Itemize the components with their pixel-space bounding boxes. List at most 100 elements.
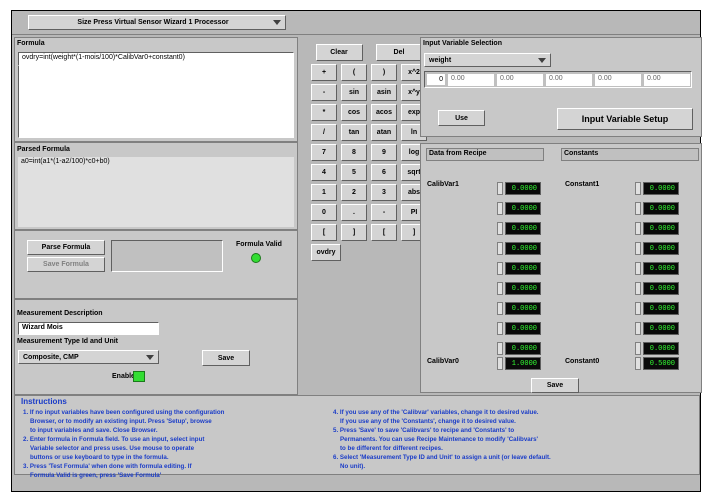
key-sin[interactable]: sin: [341, 84, 367, 101]
constant-value[interactable]: 0.5000: [643, 357, 679, 370]
constant-spinner[interactable]: [635, 342, 641, 355]
constants-label: Constants: [564, 150, 599, 157]
constant-value[interactable]: 0.0000: [643, 262, 679, 275]
parse-formula-button[interactable]: Parse Formula: [27, 240, 105, 255]
key-tan[interactable]: tan: [341, 124, 367, 141]
key-9[interactable]: 9: [371, 144, 397, 161]
key-ovdry[interactable]: ovdry: [311, 244, 341, 261]
key-1[interactable]: 1: [311, 184, 337, 201]
calibvar-spinner[interactable]: [497, 322, 503, 335]
calibvar-value[interactable]: 1.0000: [505, 357, 541, 370]
calibvar-spinner[interactable]: [497, 202, 503, 215]
constant-spinner[interactable]: [635, 202, 641, 215]
constant-spinner[interactable]: [635, 302, 641, 315]
measurement-type-select[interactable]: Composite, CMP: [18, 350, 159, 364]
array-value-4[interactable]: 0.00: [644, 74, 690, 86]
constant-row: 0.0000: [635, 282, 679, 295]
constant-spinner[interactable]: [635, 357, 641, 370]
enable-label: Enable: [112, 373, 135, 380]
key-open-bracket-2[interactable]: [: [371, 224, 397, 241]
input-variable-select[interactable]: weight: [424, 53, 551, 67]
calibvar-spinner[interactable]: [497, 262, 503, 275]
constant-spinner[interactable]: [635, 322, 641, 335]
constant-value[interactable]: 0.0000: [643, 302, 679, 315]
constant-spinner[interactable]: [635, 262, 641, 275]
measurement-save-button[interactable]: Save: [202, 350, 250, 366]
input-variable-setup-button[interactable]: Input Variable Setup: [557, 108, 693, 130]
calibvar-row: 0.0000: [497, 262, 541, 275]
calibvar-value[interactable]: 0.0000: [505, 202, 541, 215]
array-value-2[interactable]: 0.00: [546, 74, 592, 86]
recipe-save-button[interactable]: Save: [531, 378, 579, 393]
array-value-3[interactable]: 0.00: [595, 74, 641, 86]
calibvar-spinner[interactable]: [497, 282, 503, 295]
key-plus[interactable]: +: [311, 64, 337, 81]
calibvar-value[interactable]: 0.0000: [505, 322, 541, 335]
calibvar-value[interactable]: 0.0000: [505, 242, 541, 255]
calibvar-value[interactable]: 0.0000: [505, 282, 541, 295]
calibvar-spinner[interactable]: [497, 242, 503, 255]
array-value-1[interactable]: 0.00: [497, 74, 543, 86]
calibvar-value[interactable]: 0.0000: [505, 342, 541, 355]
key-5[interactable]: 5: [341, 164, 367, 181]
calibvar-value[interactable]: 0.0000: [505, 302, 541, 315]
key-del[interactable]: Del: [375, 44, 423, 61]
key-close-paren[interactable]: ): [371, 64, 397, 81]
key-open-bracket[interactable]: [: [311, 224, 337, 241]
calibvar-spinner[interactable]: [497, 302, 503, 315]
calibvar-spinner[interactable]: [497, 357, 503, 370]
processor-select[interactable]: Size Press Virtual Sensor Wizard 1 Proce…: [28, 15, 286, 30]
formula-input-area[interactable]: [18, 66, 294, 138]
save-formula-button[interactable]: Save Formula: [27, 257, 105, 272]
constant-spinner[interactable]: [635, 242, 641, 255]
enable-checkbox[interactable]: [133, 371, 145, 382]
parsed-formula-area: [18, 169, 294, 227]
key-7[interactable]: 7: [311, 144, 337, 161]
key-asin[interactable]: asin: [371, 84, 397, 101]
chevron-down-icon: [146, 354, 154, 360]
key-2[interactable]: 2: [341, 184, 367, 201]
key-4[interactable]: 4: [311, 164, 337, 181]
key-3[interactable]: 3: [371, 184, 397, 201]
key-decimal[interactable]: .: [341, 204, 367, 221]
constant-value[interactable]: 0.0000: [643, 282, 679, 295]
calibvar-spinner[interactable]: [497, 342, 503, 355]
measurement-description-input[interactable]: Wizard Mois: [18, 322, 159, 335]
measurement-type-value: Composite, CMP: [23, 353, 79, 361]
key-multiply[interactable]: *: [311, 104, 337, 121]
array-value-0[interactable]: 0.00: [448, 74, 494, 86]
calibvar-spinner[interactable]: [497, 222, 503, 235]
key-6[interactable]: 6: [371, 164, 397, 181]
formula-label: Formula: [17, 40, 45, 47]
key-close-bracket[interactable]: ]: [341, 224, 367, 241]
key-acos[interactable]: acos: [371, 104, 397, 121]
array-index-spinner[interactable]: 0: [427, 74, 445, 85]
calibvar-spinner[interactable]: [497, 182, 503, 195]
constant-value[interactable]: 0.0000: [643, 222, 679, 235]
constant-spinner[interactable]: [635, 282, 641, 295]
constant-row: 0.0000: [635, 202, 679, 215]
key-open-paren[interactable]: (: [341, 64, 367, 81]
key-8[interactable]: 8: [341, 144, 367, 161]
use-button[interactable]: Use: [438, 110, 485, 126]
key-clear[interactable]: Clear: [315, 44, 363, 61]
instruction-line: If you use any of the 'Constants', chang…: [340, 418, 516, 425]
key-atan[interactable]: atan: [371, 124, 397, 141]
key-divide[interactable]: /: [311, 124, 337, 141]
calibvar-value[interactable]: 0.0000: [505, 262, 541, 275]
key-minus[interactable]: -: [311, 84, 337, 101]
key-negate[interactable]: -: [371, 204, 397, 221]
constant-value[interactable]: 0.0000: [643, 322, 679, 335]
formula-input[interactable]: ovdry=int(weight*(1-mois/100)*CalibVar0+…: [18, 52, 294, 66]
constant-spinner[interactable]: [635, 222, 641, 235]
constant-value[interactable]: 0.0000: [643, 202, 679, 215]
constant-spinner[interactable]: [635, 182, 641, 195]
constant-value[interactable]: 0.0000: [643, 342, 679, 355]
key-0[interactable]: 0: [311, 204, 337, 221]
constant-value[interactable]: 0.0000: [643, 182, 679, 195]
calibvar-value[interactable]: 0.0000: [505, 182, 541, 195]
instructions-left: 1. If no input variables have been confi…: [23, 408, 224, 480]
key-cos[interactable]: cos: [341, 104, 367, 121]
calibvar-value[interactable]: 0.0000: [505, 222, 541, 235]
constant-value[interactable]: 0.0000: [643, 242, 679, 255]
